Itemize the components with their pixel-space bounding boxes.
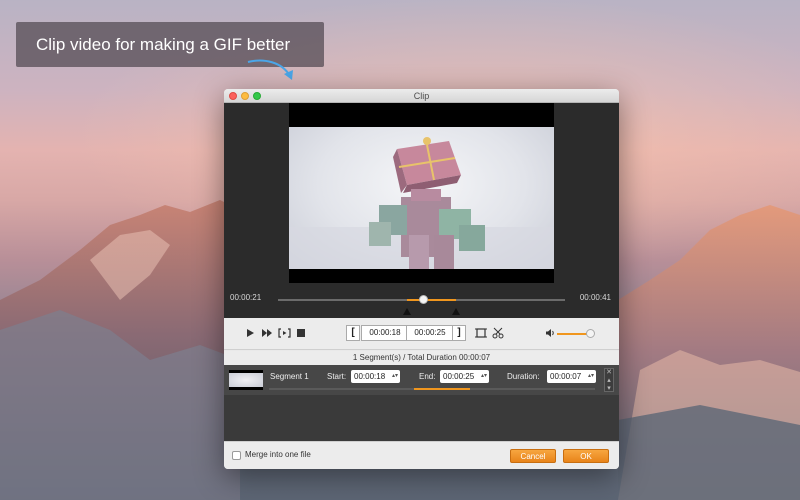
window-title: Clip [413, 91, 430, 101]
cut-segment-button[interactable] [492, 327, 504, 339]
title-bar[interactable]: Clip [224, 89, 619, 103]
move-up-icon[interactable]: ▴ [605, 377, 613, 385]
video-preview-area [224, 103, 619, 299]
playhead-handle[interactable] [419, 295, 429, 304]
clip-end-marker[interactable] [451, 308, 460, 315]
segment-start-field[interactable]: 00:00:18 ▴▾ [351, 370, 400, 383]
segment-end-field[interactable]: 00:00:25 ▴▾ [440, 370, 489, 383]
preview-clip-button[interactable] [277, 327, 291, 339]
curved-arrow-icon [247, 59, 293, 80]
video-player[interactable] [289, 103, 554, 283]
segment-summary: 1 Segment(s) / Total Duration 00:00:07 [224, 351, 619, 365]
timeline-end-time: 00:00:41 [579, 293, 611, 302]
set-end-button[interactable]: ] [452, 325, 466, 341]
segment-row[interactable]: Segment 1 Start: 00:00:18 ▴▾ End: 00:00:2… [224, 365, 619, 395]
timeline-selection[interactable] [407, 299, 456, 301]
segment-start-label: Start: [327, 372, 347, 381]
scissors-icon [492, 327, 504, 339]
video-frame [289, 127, 554, 269]
dialog-footer: Merge into one file Cancel OK [224, 441, 619, 469]
segment-duration-label: Duration: [507, 372, 540, 381]
timeline-start-time: 00:00:21 [230, 293, 262, 302]
stop-icon [297, 329, 305, 337]
segment-progress-selection [414, 388, 470, 390]
control-bar: [ 00:00:18 00:00:25 ] [224, 318, 619, 350]
stepper-icon[interactable]: ▴▾ [481, 370, 487, 383]
start-time-field[interactable]: 00:00:18 [361, 325, 409, 341]
volume-slider-handle[interactable] [586, 329, 596, 338]
merge-checkbox[interactable] [232, 451, 241, 460]
clip-window: Clip 00:00:21 00:00:41 [00:00:18 00:00:… [224, 89, 619, 469]
merge-label: Merge into one file [245, 450, 311, 459]
segment-end-label: End: [419, 372, 436, 381]
segment-duration-field[interactable]: 00:00:07 ▴▾ [547, 370, 596, 383]
set-start-button[interactable]: [ [346, 325, 360, 341]
clip-start-marker[interactable] [403, 308, 412, 315]
ok-button[interactable]: OK [563, 449, 609, 463]
play-icon [246, 329, 254, 337]
volume-button[interactable] [544, 327, 556, 339]
preview-clip-icon [277, 328, 291, 338]
timeline-bar: 00:00:21 00:00:41 [224, 292, 619, 306]
stop-button[interactable] [295, 327, 307, 339]
move-down-icon[interactable]: ▾ [605, 385, 613, 393]
segment-name: Segment 1 [270, 372, 309, 381]
next-frame-button[interactable] [261, 327, 273, 339]
timeline-track[interactable] [278, 295, 565, 304]
clip-markers [224, 306, 619, 318]
cancel-button[interactable]: Cancel [510, 449, 556, 463]
delete-segment-icon[interactable]: ✕ [605, 369, 613, 377]
play-button[interactable] [244, 327, 256, 339]
end-time-field[interactable]: 00:00:25 [406, 325, 454, 341]
fast-forward-icon [262, 329, 272, 337]
segment-progress [269, 388, 595, 390]
stepper-icon[interactable]: ▴▾ [588, 370, 594, 383]
segment-thumbnail [229, 370, 263, 390]
segment-list: Segment 1 Start: 00:00:18 ▴▾ End: 00:00:2… [224, 365, 619, 441]
segment-actions: ✕ ▴ ▾ [604, 368, 614, 392]
speaker-icon [546, 329, 554, 337]
stepper-icon[interactable]: ▴▾ [392, 370, 398, 383]
video-frame-image [289, 137, 554, 269]
crop-icon [475, 328, 487, 338]
crop-button[interactable] [475, 327, 487, 339]
